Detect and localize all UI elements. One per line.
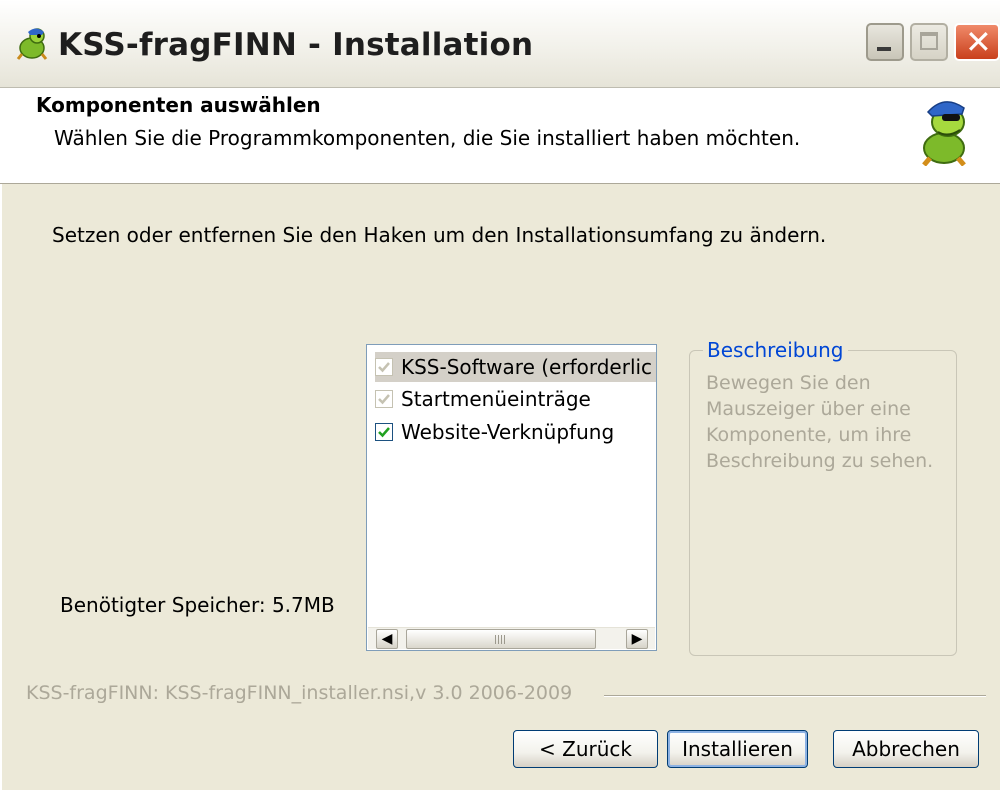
component-label: KSS-Software (erforderlic: [401, 355, 653, 379]
component-item-kss-software[interactable]: KSS-Software (erforderlic: [375, 352, 656, 382]
dialog-edge: [0, 184, 2, 790]
install-button[interactable]: Installieren: [667, 730, 808, 768]
description-text: Bewegen Sie den Mauszeiger über eine Kom…: [706, 372, 934, 472]
back-button[interactable]: < Zurück: [513, 730, 658, 768]
minimize-button[interactable]: [866, 23, 904, 61]
close-icon: ✕: [965, 23, 992, 61]
instruction-text: Setzen oder entfernen Sie den Haken um d…: [52, 223, 827, 247]
component-tree[interactable]: KSS-Software (erforderlic Startmenüeintr…: [366, 344, 657, 651]
component-item-startmenu[interactable]: Startmenüeinträge: [375, 384, 656, 414]
component-checkbox[interactable]: [375, 423, 393, 441]
checkmark-icon: [378, 362, 390, 373]
checkmark-icon: [378, 427, 390, 438]
scroll-left-icon: ◀: [381, 631, 393, 647]
branding-text: KSS-fragFINN: KSS-fragFINN_installer.nsi…: [26, 682, 573, 704]
component-checkbox[interactable]: [375, 390, 393, 408]
minimize-icon: [877, 47, 891, 51]
scroll-thumb[interactable]: [406, 629, 596, 649]
description-legend: Beschreibung: [703, 338, 848, 362]
branding-divider: [604, 695, 986, 697]
turtle-mascot-icon: [16, 28, 48, 60]
close-button[interactable]: ✕: [954, 23, 1000, 61]
page-title: Komponenten auswählen: [36, 93, 321, 117]
component-checkbox[interactable]: [375, 358, 393, 376]
turtle-mascot-icon: [922, 101, 966, 166]
scroll-grip: [495, 635, 507, 644]
cancel-button[interactable]: Abbrechen: [833, 730, 979, 768]
component-item-website-link[interactable]: Website-Verknüpfung: [375, 417, 656, 447]
component-label: Startmenüeinträge: [401, 387, 591, 411]
maximize-button[interactable]: [910, 23, 948, 61]
checkmark-icon: [378, 394, 390, 405]
component-label: Website-Verknüpfung: [401, 420, 615, 444]
maximize-icon: [920, 32, 938, 50]
title-bar[interactable]: KSS-fragFINN - Installation ✕: [0, 0, 1000, 88]
window-title: KSS-fragFINN - Installation: [58, 27, 534, 63]
page-header: Komponenten auswählen Wählen Sie die Pro…: [0, 88, 1000, 184]
page-subtitle: Wählen Sie die Programmkomponenten, die …: [54, 126, 801, 150]
scroll-right-button[interactable]: ▶: [626, 629, 648, 649]
scroll-left-button[interactable]: ◀: [376, 629, 398, 649]
space-required-label: Benötigter Speicher: 5.7MB: [60, 593, 335, 617]
horizontal-scrollbar[interactable]: ◀ ▶: [368, 627, 655, 649]
scroll-right-icon: ▶: [631, 631, 643, 647]
